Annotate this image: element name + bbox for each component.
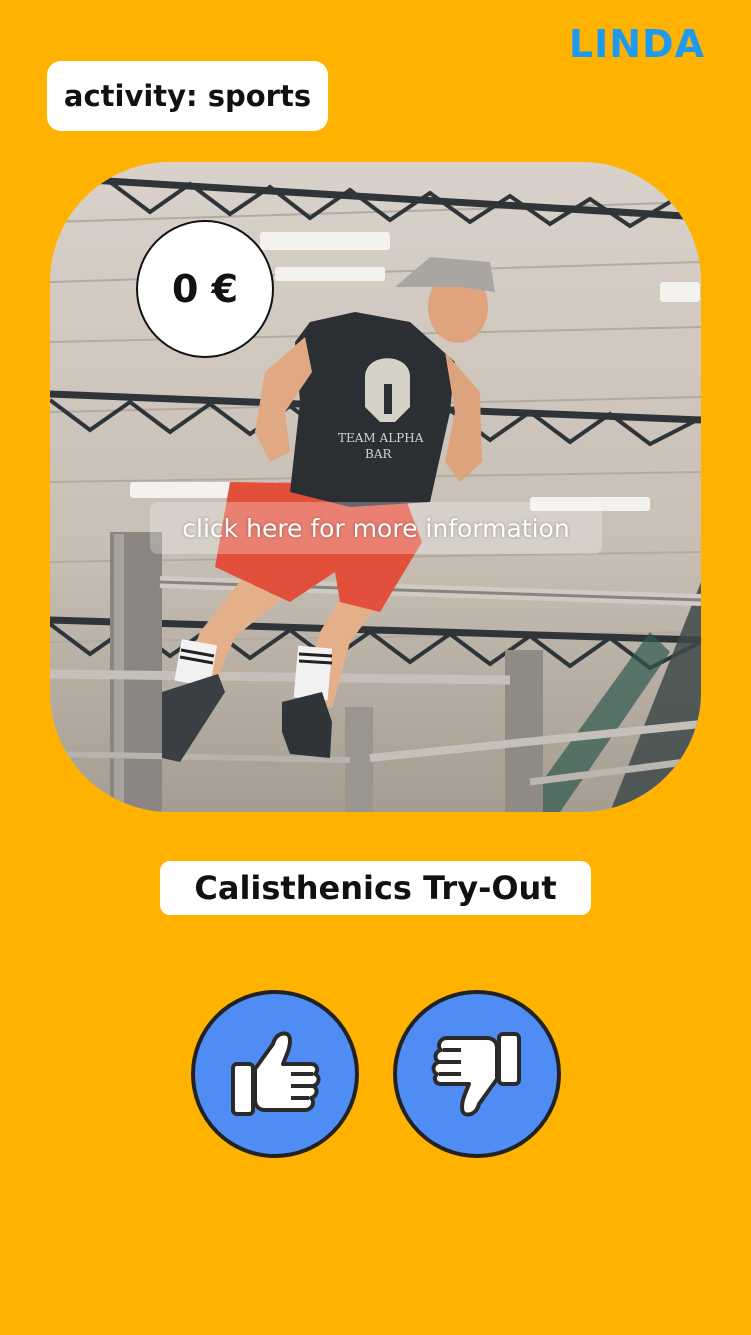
activity-category-label: activity: sports — [47, 61, 328, 131]
price-badge: 0 € — [136, 220, 274, 358]
svg-text:TEAM ALPHA: TEAM ALPHA — [338, 431, 424, 445]
thumbs-up-icon — [231, 1031, 321, 1116]
activity-card[interactable]: TEAM ALPHA BAR 0 € click here for more i… — [50, 162, 701, 812]
like-button[interactable] — [191, 990, 359, 1158]
app-logo: LINDA — [568, 22, 705, 66]
thumbs-down-icon — [431, 1032, 521, 1117]
activity-title: Calisthenics Try-Out — [160, 861, 591, 915]
svg-text:BAR: BAR — [365, 447, 392, 461]
more-information-link[interactable]: click here for more information — [150, 502, 602, 554]
dislike-button[interactable] — [393, 990, 561, 1158]
